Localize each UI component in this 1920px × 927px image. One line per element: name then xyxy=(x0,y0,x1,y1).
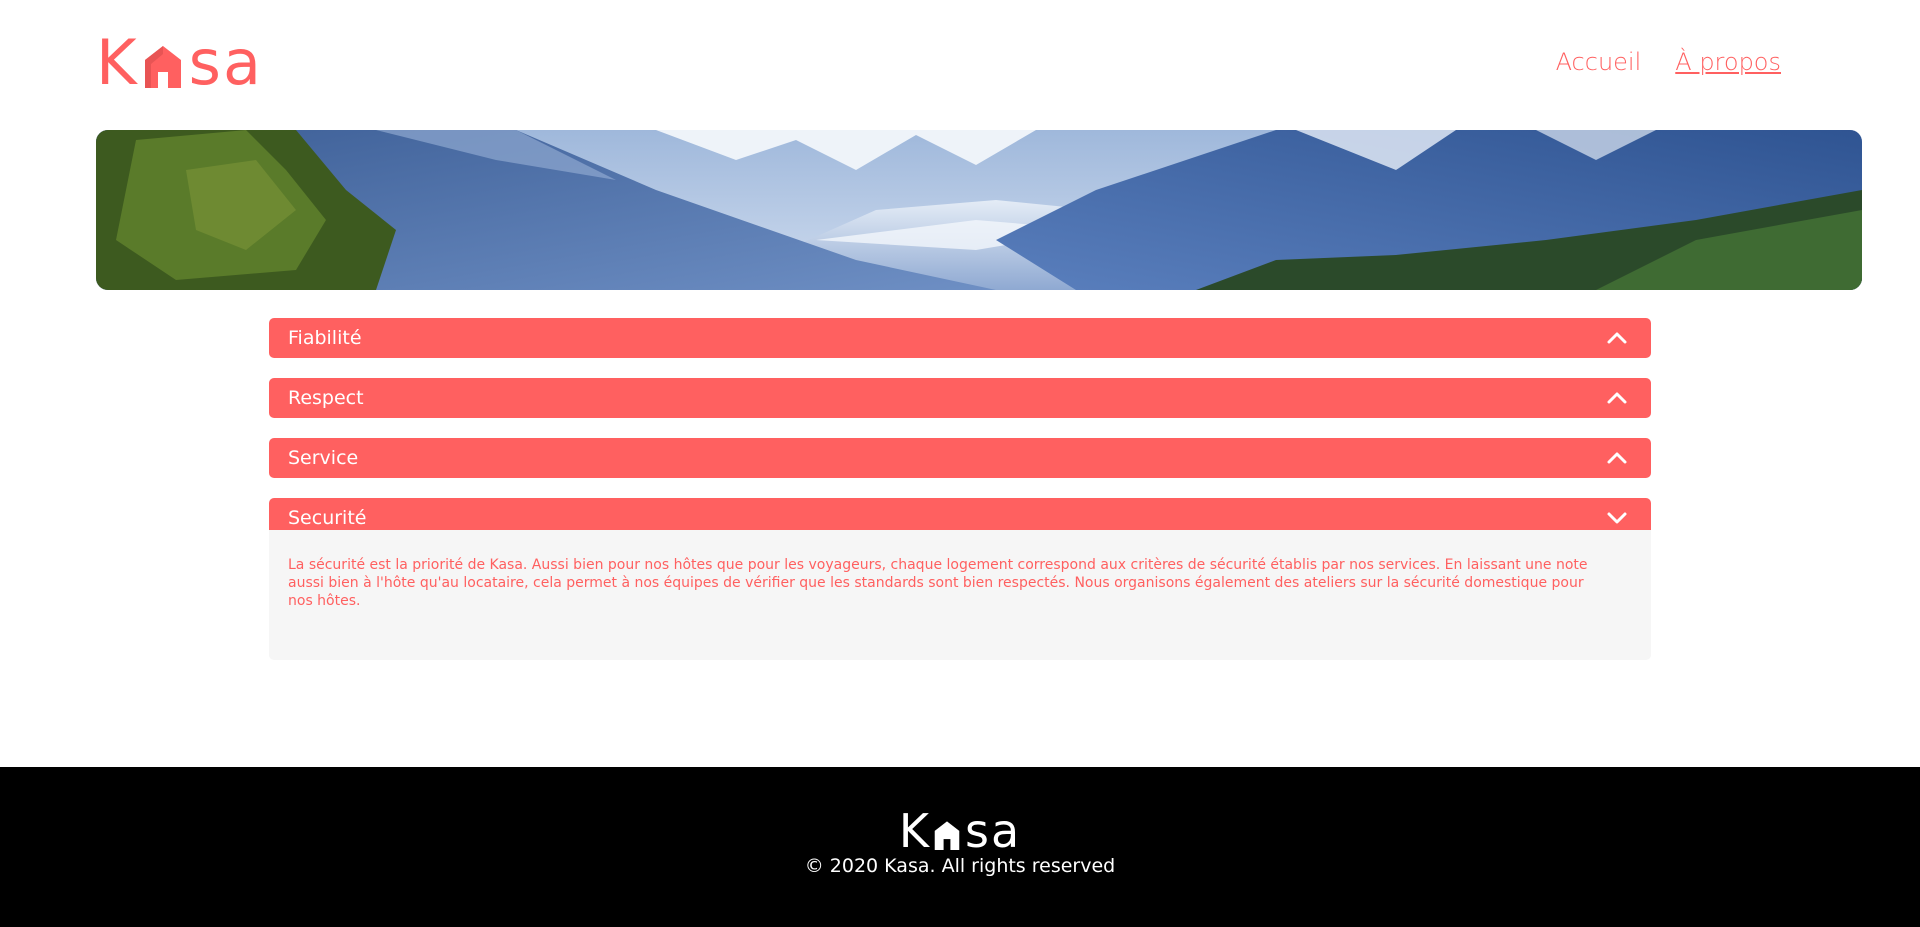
logo-letter-k: K xyxy=(898,804,931,858)
values-accordion: Fiabilité Respect Service Securité La sé… xyxy=(269,318,1651,680)
collapse-text: La sécurité est la priorité de Kasa. Aus… xyxy=(288,557,1588,609)
header: K sa Accueil À propos xyxy=(96,26,1824,99)
logo-letter-k: K xyxy=(96,26,139,99)
mountain-landscape-image xyxy=(96,130,1862,290)
collapse-header-service[interactable]: Service xyxy=(269,438,1651,478)
main-nav: Accueil À propos xyxy=(1556,48,1781,76)
collapse-header-respect[interactable]: Respect xyxy=(269,378,1651,418)
collapse-title: Respect xyxy=(288,387,364,409)
logo-letters-sa: sa xyxy=(965,804,1022,858)
house-icon xyxy=(144,46,181,88)
chevron-up-icon[interactable] xyxy=(1605,386,1629,410)
footer: K sa © 2020 Kasa. All rights reserved xyxy=(0,767,1920,927)
collapse-header-fiabilite[interactable]: Fiabilité xyxy=(269,318,1651,358)
chevron-up-icon[interactable] xyxy=(1605,446,1629,470)
collapse-service: Service xyxy=(269,438,1651,478)
collapse-title: Fiabilité xyxy=(288,327,362,349)
house-icon xyxy=(934,821,960,850)
collapse-fiabilite: Fiabilité xyxy=(269,318,1651,358)
collapse-respect: Respect xyxy=(269,378,1651,418)
chevron-up-icon[interactable] xyxy=(1605,326,1629,350)
hero-banner xyxy=(96,130,1862,290)
logo-letters-sa: sa xyxy=(188,26,263,99)
collapse-securite: Securité La sécurité est la priorité de … xyxy=(269,498,1651,660)
footer-kasa-logo: K sa xyxy=(0,804,1920,858)
kasa-logo[interactable]: K sa xyxy=(96,26,263,99)
nav-link-about[interactable]: À propos xyxy=(1675,48,1781,76)
collapse-title: Service xyxy=(288,447,359,469)
copyright-text: © 2020 Kasa. All rights reserved xyxy=(804,855,1116,877)
collapse-title: Securité xyxy=(288,507,367,529)
nav-link-home[interactable]: Accueil xyxy=(1556,48,1642,76)
chevron-down-icon[interactable] xyxy=(1605,506,1629,530)
collapse-content-securite: La sécurité est la priorité de Kasa. Aus… xyxy=(269,530,1651,660)
